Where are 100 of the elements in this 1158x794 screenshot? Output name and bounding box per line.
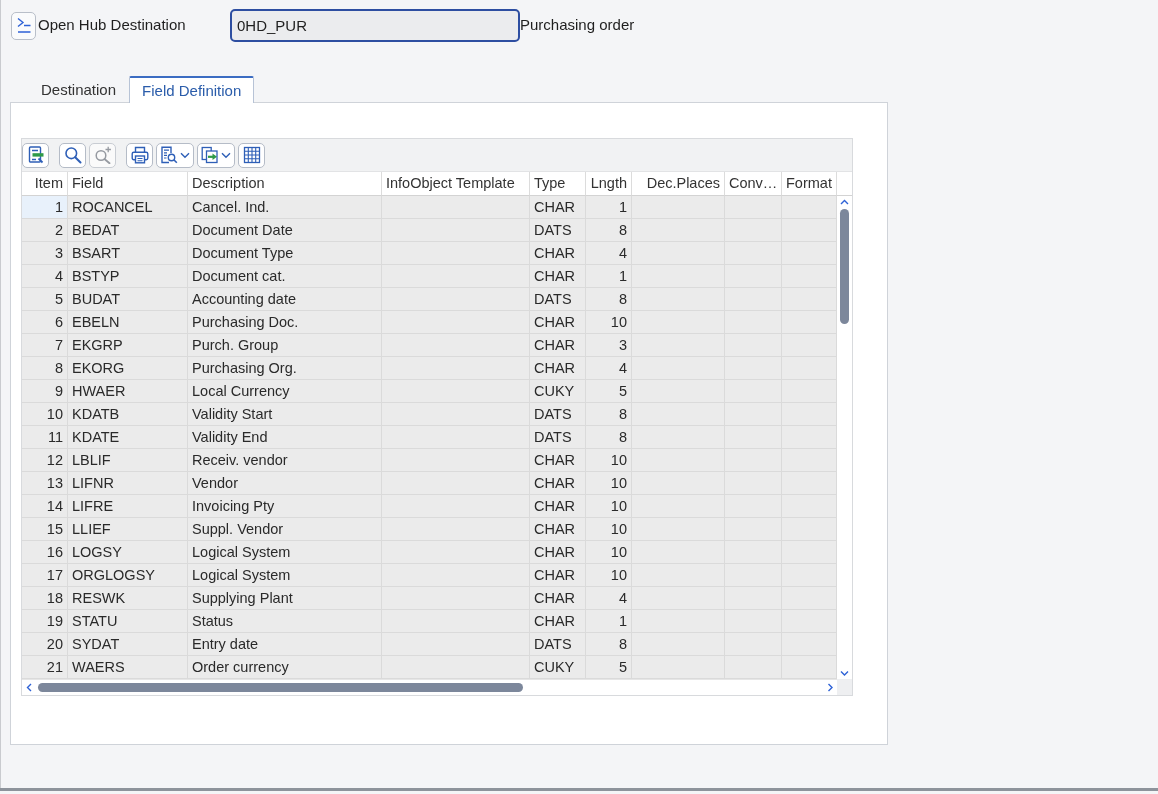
table-cell: CHAR [530, 311, 586, 334]
table-cell: 4 [22, 265, 68, 288]
chevron-left-icon[interactable] [26, 683, 33, 692]
table-cell: 10 [586, 564, 632, 587]
table-cell: 1 [22, 196, 68, 219]
table-cell: BEDAT [68, 219, 188, 242]
table-cell: DATS [530, 288, 586, 311]
table-cell: 4 [586, 242, 632, 265]
table-cell [782, 518, 837, 541]
field-label: Open Hub Destination [38, 15, 187, 36]
table-cell: 4 [586, 357, 632, 380]
table-cell: LIFRE [68, 495, 188, 518]
table-cell: DATS [530, 403, 586, 426]
table-cell: 17 [22, 564, 68, 587]
table-cell: CHAR [530, 472, 586, 495]
column-header[interactable]: Item [22, 172, 68, 196]
display-button[interactable] [11, 11, 36, 40]
caret-icon[interactable] [221, 151, 231, 159]
table-cell: 1 [586, 265, 632, 288]
table-cell: DATS [530, 426, 586, 449]
table-cell: CHAR [530, 449, 586, 472]
table-cell: EKORG [68, 357, 188, 380]
table-cell: 6 [22, 311, 68, 334]
view-button[interactable] [156, 142, 194, 168]
table-cell: Validity End [188, 426, 382, 449]
table-cell [782, 196, 837, 219]
table-cell: 8 [586, 288, 632, 311]
table-cell: Document Date [188, 219, 382, 242]
table-cell: CHAR [530, 265, 586, 288]
table-cell: 3 [22, 242, 68, 265]
tab[interactable]: Destination [28, 76, 130, 103]
column-header[interactable]: Dec.Places [632, 172, 725, 196]
table-cell [782, 610, 837, 633]
table-cell: CUKY [530, 380, 586, 403]
table-cell: Order currency [188, 656, 382, 679]
table-cell: CHAR [530, 587, 586, 610]
table-cell: 10 [586, 495, 632, 518]
table-cell: 21 [22, 656, 68, 679]
table-cell: 10 [586, 311, 632, 334]
table-cell: CHAR [530, 541, 586, 564]
table-cell [725, 196, 782, 219]
table-cell: Purchasing Doc. [188, 311, 382, 334]
table-cell: Logical System [188, 564, 382, 587]
scrollbar-corner [837, 679, 852, 695]
table-cell: CHAR [530, 495, 586, 518]
table-cell: 19 [22, 610, 68, 633]
table-cell [782, 495, 837, 518]
table-cell [782, 334, 837, 357]
table-cell: 10 [586, 541, 632, 564]
table-cell: 8 [586, 633, 632, 656]
table-cell [782, 541, 837, 564]
table-cell [782, 426, 837, 449]
table-cell: 8 [22, 357, 68, 380]
column-header[interactable]: Field [68, 172, 188, 196]
table-cell: DATS [530, 219, 586, 242]
table-cell: Local Currency [188, 380, 382, 403]
table-cell: KDATE [68, 426, 188, 449]
table-cell: ORGLOGSY [68, 564, 188, 587]
table-cell: RESWK [68, 587, 188, 610]
table-cell: DATS [530, 633, 586, 656]
column-header[interactable]: InfoObject Template [382, 172, 530, 196]
horizontal-scrollbar[interactable] [22, 679, 837, 695]
table-cell [782, 219, 837, 242]
table-cell: CHAR [530, 334, 586, 357]
table-cell: BUDAT [68, 288, 188, 311]
chevron-down-icon[interactable] [840, 669, 849, 676]
input-field[interactable]: 0HD_PUR [230, 9, 520, 42]
column-header[interactable]: Description [188, 172, 382, 196]
export-button[interactable] [197, 142, 235, 168]
table-cell [782, 403, 837, 426]
table-cell: LIFNR [68, 472, 188, 495]
table-cell: EKGRP [68, 334, 188, 357]
table-cell: 16 [22, 541, 68, 564]
table-cell: 15 [22, 518, 68, 541]
column-header[interactable]: Lngth [586, 172, 632, 196]
table-cell: 5 [586, 380, 632, 403]
table-cell: 1 [586, 196, 632, 219]
export-icon[interactable] [201, 146, 219, 164]
chevron-up-icon[interactable] [840, 199, 849, 206]
table-cell [782, 357, 837, 380]
table-cell: CHAR [530, 518, 586, 541]
caret-icon[interactable] [180, 151, 190, 159]
table-cell: CHAR [530, 196, 586, 219]
table-cell: 8 [586, 219, 632, 242]
document-search-icon[interactable] [160, 146, 178, 164]
scrollbar-thumb[interactable] [840, 208, 849, 324]
table-cell: Receiv. vendor [188, 449, 382, 472]
table-cell: 10 [586, 449, 632, 472]
vertical-scrollbar[interactable] [837, 196, 852, 679]
table-cell [782, 449, 837, 472]
table-cell: CHAR [530, 242, 586, 265]
column-header[interactable]: Type [530, 172, 586, 196]
table-cell: CUKY [530, 656, 586, 679]
field-description: Purchasing order [520, 15, 635, 36]
chevron-right-icon[interactable] [826, 683, 833, 692]
tab[interactable]: Field Definition [129, 76, 255, 103]
column-header[interactable]: Format [782, 172, 837, 196]
scrollbar-thumb[interactable] [37, 683, 523, 692]
column-header[interactable]: Conv… [725, 172, 782, 196]
chevron-lines-icon[interactable] [15, 17, 32, 34]
